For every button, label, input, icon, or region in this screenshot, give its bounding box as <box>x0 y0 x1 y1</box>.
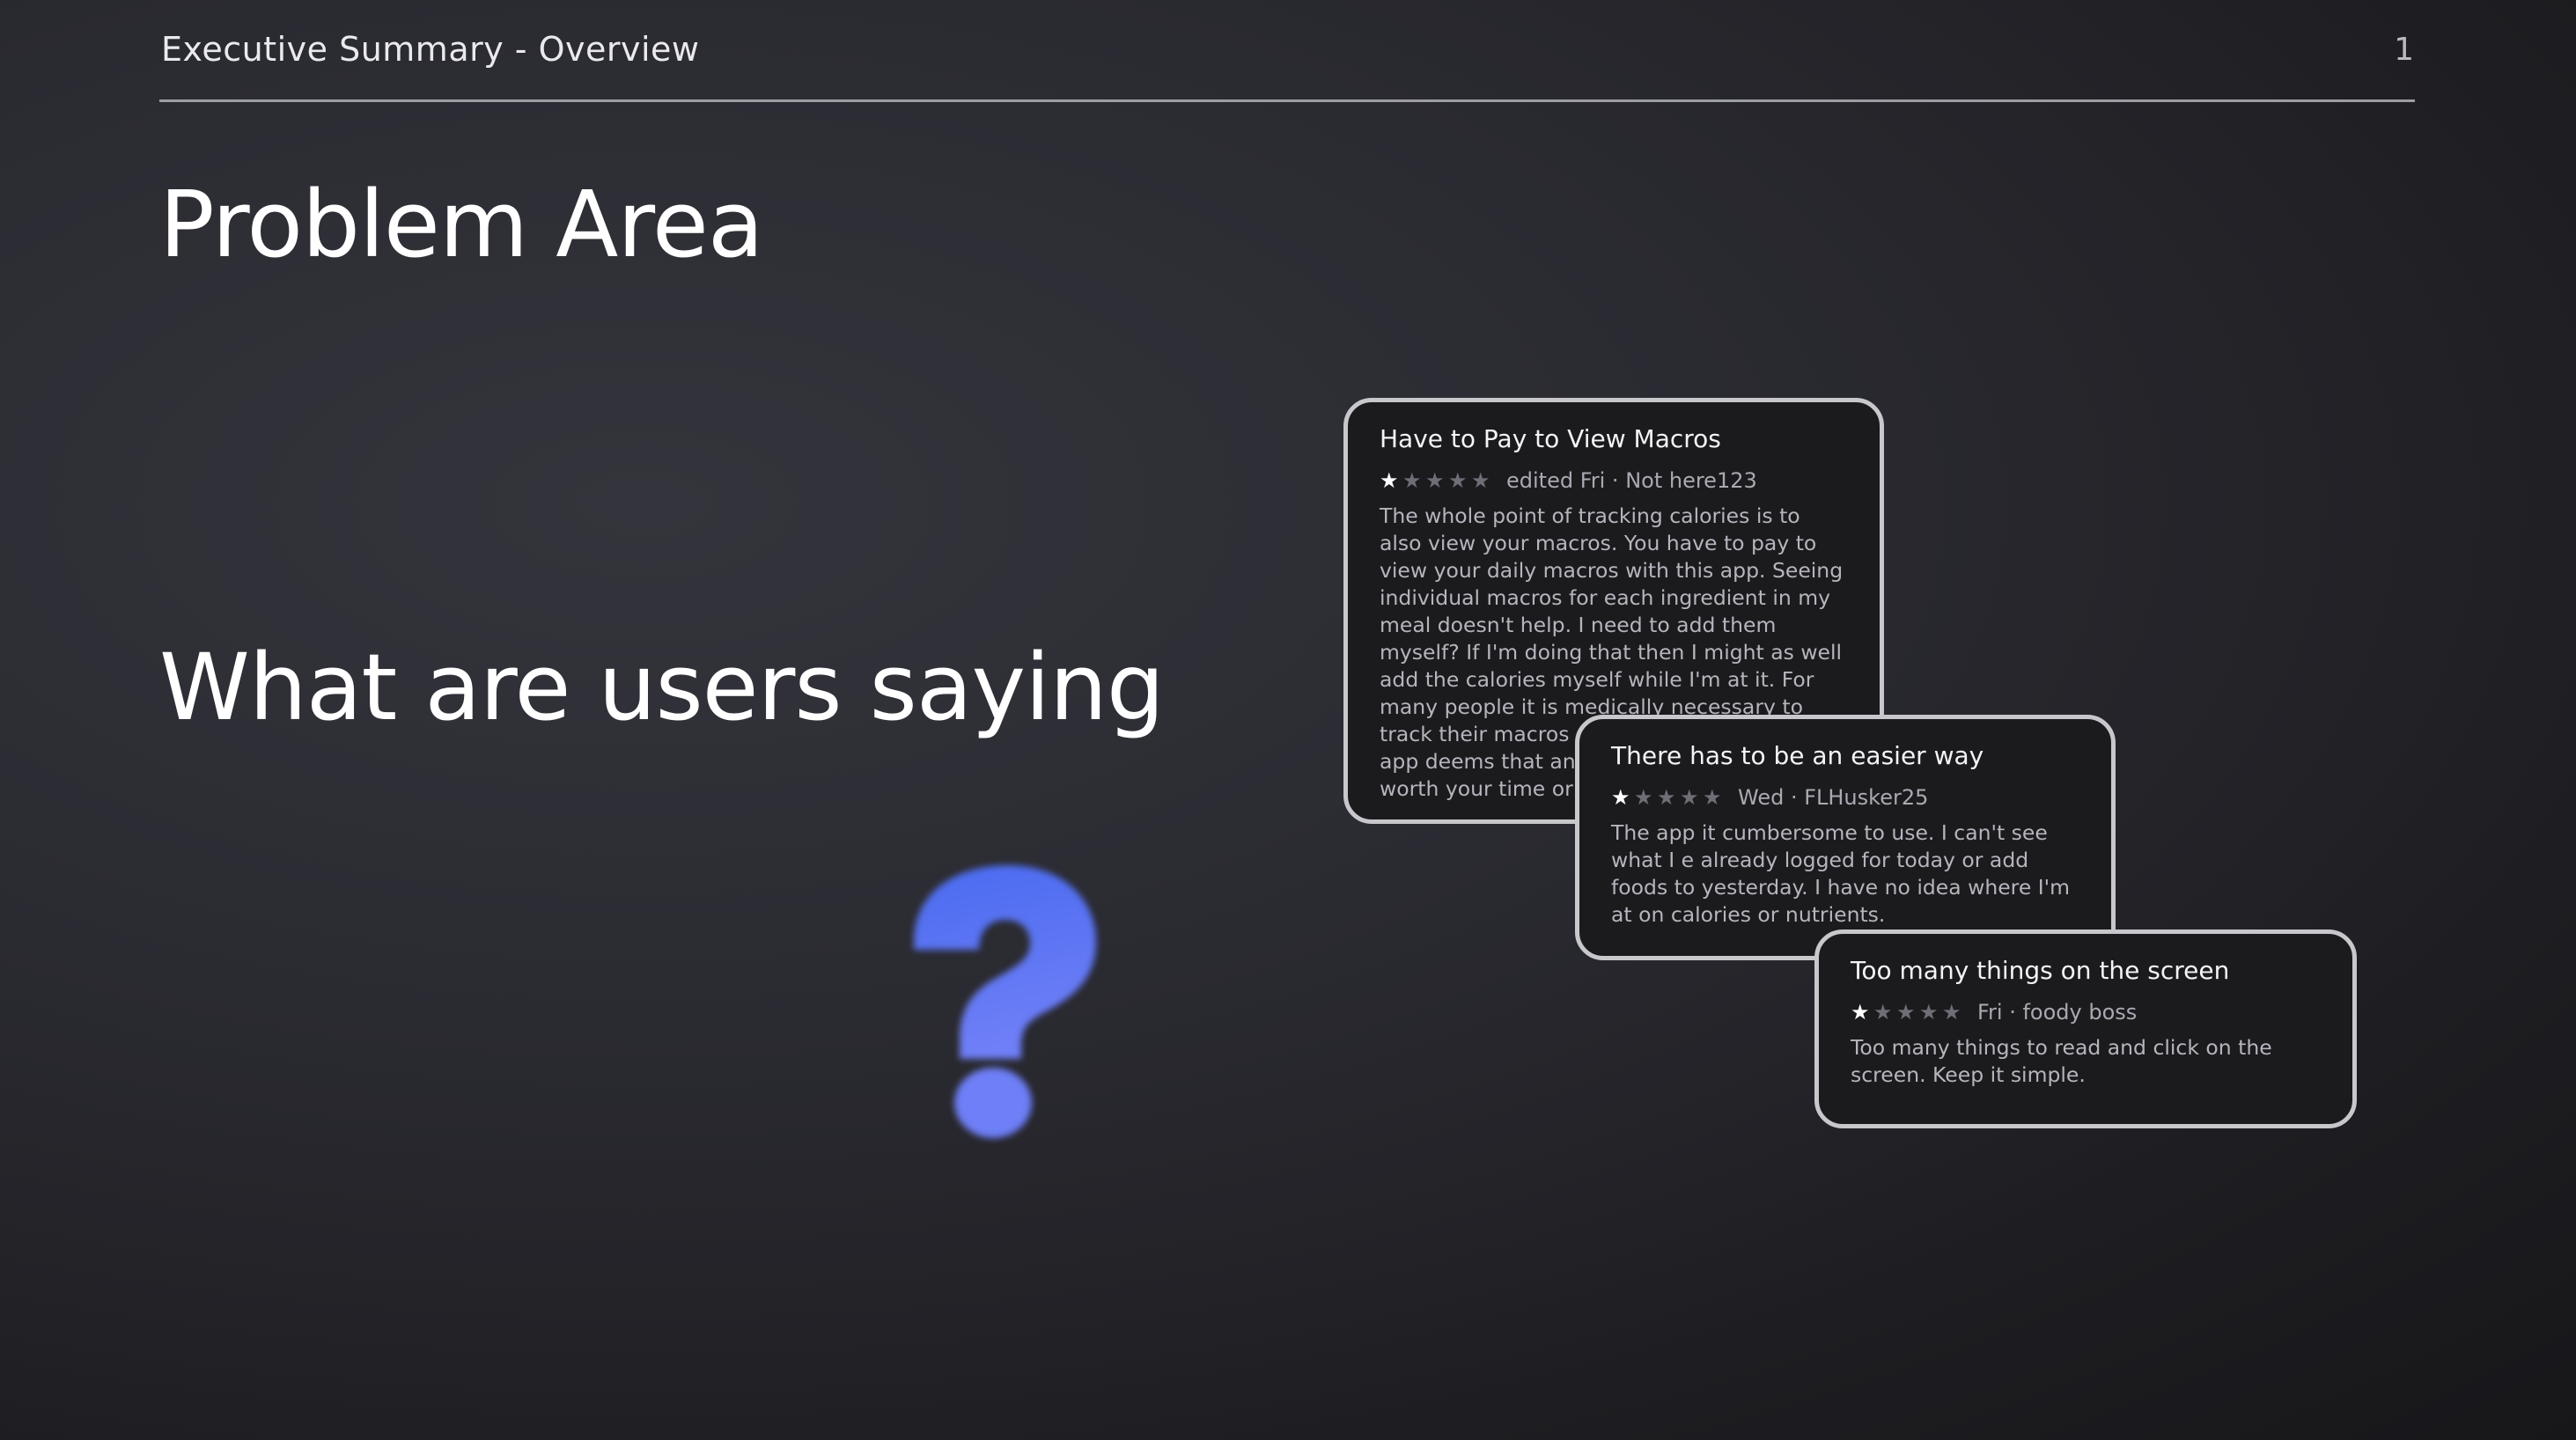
star-empty-icon: ★ <box>1942 1000 1961 1025</box>
review-body: Too many things to read and click on the… <box>1851 1035 2272 1087</box>
slide-title: Problem Area <box>159 171 764 278</box>
star-empty-icon: ★ <box>1896 1000 1916 1025</box>
slide: Executive Summary - Overview 1 Problem A… <box>0 0 2576 1440</box>
header-divider <box>159 99 2415 102</box>
review-title: There has to be an easier way <box>1611 741 1984 770</box>
star-filled-icon: ★ <box>1380 468 1399 493</box>
review-meta-row: ★ ★ ★ ★ ★ edited Fri · Not here123 <box>1380 466 1848 496</box>
section-title: Executive Summary - Overview <box>161 30 700 69</box>
star-empty-icon: ★ <box>1448 468 1468 493</box>
star-empty-icon: ★ <box>1657 785 1676 810</box>
star-empty-icon: ★ <box>1873 1000 1893 1025</box>
review-meta: Fri · foody boss <box>1977 1000 2138 1025</box>
review-meta-row: ★ ★ ★ ★ ★ Wed · FLHusker25 <box>1611 782 2079 812</box>
review-meta-row: ★ ★ ★ ★ ★ Fri · foody boss <box>1851 997 2321 1027</box>
review-body: The app it cumbersome to use. I can't se… <box>1611 820 2071 927</box>
review-card[interactable]: There has to be an easier way ★ ★ ★ ★ ★ … <box>1575 715 2116 960</box>
star-rating: ★ ★ ★ ★ ★ <box>1851 1002 1965 1023</box>
star-empty-icon: ★ <box>1402 468 1422 493</box>
review-title: Too many things on the screen <box>1851 956 2230 985</box>
star-empty-icon: ★ <box>1471 468 1490 493</box>
star-filled-icon: ★ <box>1851 1000 1870 1025</box>
star-rating: ★ ★ ★ ★ ★ <box>1380 470 1494 491</box>
review-meta: Wed · FLHusker25 <box>1738 785 1929 810</box>
star-filled-icon: ★ <box>1611 785 1630 810</box>
question-mark-icon <box>914 865 1096 1138</box>
star-empty-icon: ★ <box>1425 468 1445 493</box>
page-number: 1 <box>2394 32 2414 68</box>
star-empty-icon: ★ <box>1703 785 1722 810</box>
star-empty-icon: ★ <box>1634 785 1653 810</box>
review-title: Have to Pay to View Macros <box>1380 424 1721 453</box>
review-meta: edited Fri · Not here123 <box>1506 468 1757 493</box>
slide-subtitle: What are users saying <box>159 634 1165 741</box>
review-card[interactable]: Too many things on the screen ★ ★ ★ ★ ★ … <box>1814 929 2357 1128</box>
star-empty-icon: ★ <box>1919 1000 1939 1025</box>
star-empty-icon: ★ <box>1680 785 1699 810</box>
star-rating: ★ ★ ★ ★ ★ <box>1611 787 1726 808</box>
